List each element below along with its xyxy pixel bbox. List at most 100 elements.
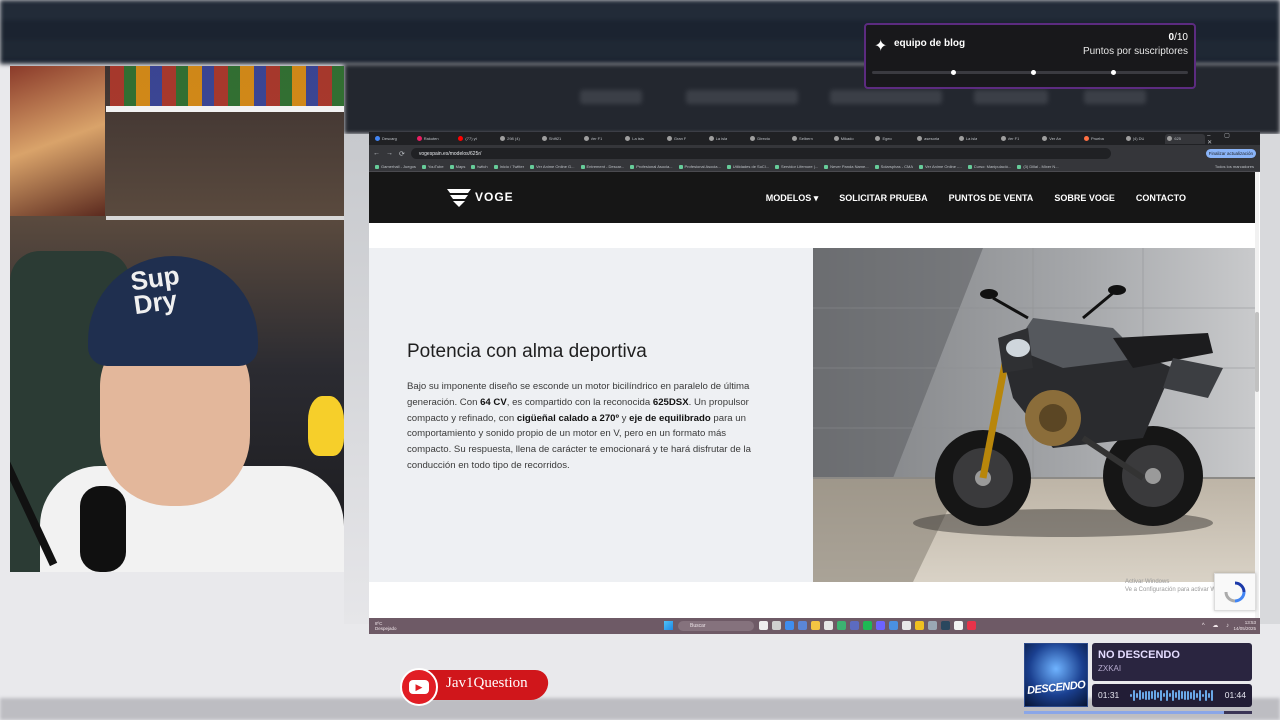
- waveform-bar: [1175, 692, 1177, 698]
- waveform-bar: [1145, 690, 1147, 700]
- bookmark-item[interactable]: Inicio / Twitter: [493, 164, 524, 169]
- bookmark-item[interactable]: Profesional Asocia...: [678, 164, 721, 169]
- browser-tab[interactable]: Rakuten: [415, 134, 455, 144]
- tab-label: La isla: [965, 136, 978, 141]
- page-scrollbar[interactable]: [1255, 172, 1259, 618]
- bookmark-item[interactable]: Ver Anime Online G...: [530, 164, 575, 169]
- browser-tab[interactable]: La isla: [957, 134, 997, 144]
- goal-count: 0/10: [1168, 32, 1188, 43]
- taskbar-app-icon[interactable]: [915, 621, 924, 630]
- taskbar-app-icon[interactable]: [967, 621, 976, 630]
- taskbar-app-icon[interactable]: [902, 621, 911, 630]
- browser-tab[interactable]: Directo: [748, 134, 788, 144]
- goal-progress-track: [872, 70, 1188, 75]
- figure-shelf: [110, 66, 344, 106]
- waveform-bar: [1211, 689, 1213, 701]
- browser-tab[interactable]: Mikado: [832, 134, 872, 144]
- youtube-channel-name: Jav1Question: [446, 675, 528, 691]
- taskbar-app-icon[interactable]: [928, 621, 937, 630]
- system-tray-icons[interactable]: ^ ☁ ♪: [1202, 622, 1232, 629]
- bookmark-item[interactable]: Entrement - Descar...: [580, 164, 624, 169]
- windows-start-icon[interactable]: [664, 621, 673, 630]
- forward-icon[interactable]: →: [386, 150, 393, 157]
- waveform-bar: [1205, 689, 1207, 701]
- tab-favicon-icon: [541, 136, 547, 141]
- weather-widget[interactable]: 8ºC Despejado: [375, 621, 397, 631]
- bookmark-item[interactable]: Profesional Asocia...: [630, 164, 673, 169]
- bookmark-item[interactable]: (3) Dillal - Mixer N...: [1017, 164, 1059, 169]
- tab-label: Ver An: [1049, 136, 1062, 141]
- tab-favicon-icon: [666, 136, 672, 141]
- taskbar-app-icon[interactable]: [759, 621, 768, 630]
- browser-tab[interactable]: 625: [1165, 133, 1206, 144]
- menu-solicitar-prueba[interactable]: SOLICITAR PRUEBA: [839, 193, 927, 204]
- bookmark-item[interactable]: Servidor Lifemore |...: [775, 164, 818, 169]
- waveform-bar: [1151, 691, 1153, 699]
- browser-tab[interactable]: 298 (4): [498, 134, 538, 144]
- bookmark-item[interactable]: Maps: [449, 164, 465, 169]
- browser-tab[interactable]: (77) yt: [456, 134, 496, 144]
- browser-tab[interactable]: Ver F1: [999, 134, 1039, 144]
- browser-tab[interactable]: La isla: [707, 134, 747, 144]
- browser-tab[interactable]: La isla: [623, 134, 663, 144]
- waveform-bar: [1157, 692, 1159, 698]
- back-icon[interactable]: ←: [373, 150, 380, 157]
- browser-tab[interactable]: Egeo: [873, 134, 913, 144]
- recaptcha-badge[interactable]: [1214, 573, 1256, 611]
- bookmark-item[interactable]: Gamerhall - Juegos: [375, 164, 416, 169]
- menu-puntos-de-venta[interactable]: PUNTOS DE VENTA: [949, 193, 1034, 204]
- browser-tab[interactable]: Gran F: [665, 134, 705, 144]
- update-button[interactable]: Finalizar actualización: [1205, 149, 1256, 158]
- all-bookmarks[interactable]: Todos los marcadores: [1215, 164, 1260, 169]
- bookmark-label: Solarsphas - CMA: [880, 164, 914, 169]
- browser-tab[interactable]: Prueba: [1082, 134, 1122, 144]
- menu-contacto[interactable]: CONTACTO: [1136, 193, 1186, 204]
- taskbar-app-icon[interactable]: [785, 621, 794, 630]
- voge-logo[interactable]: VOGE: [447, 187, 514, 207]
- taskbar-app-icon[interactable]: [811, 621, 820, 630]
- window-controls[interactable]: – ▢ ✕: [1207, 132, 1260, 146]
- taskbar-app-icon[interactable]: [837, 621, 846, 630]
- browser-tab[interactable]: Shift21: [540, 134, 580, 144]
- menu-modelos[interactable]: MODELOS ▾: [766, 193, 819, 204]
- waveform-bar: [1130, 693, 1132, 697]
- main-menu: MODELOS ▾ SOLICITAR PRUEBA PUNTOS DE VEN…: [766, 193, 1186, 204]
- tab-favicon-icon: [750, 136, 756, 141]
- browser-tab[interactable]: (4) DU: [1124, 134, 1164, 144]
- taskbar-app-icon[interactable]: [850, 621, 859, 630]
- taskbar-app-icon[interactable]: [772, 621, 781, 630]
- bookmark-item[interactable]: YouTube: [421, 164, 444, 169]
- taskbar-app-icon[interactable]: [876, 621, 885, 630]
- browser-tab[interactable]: Selbern: [790, 134, 830, 144]
- bookmark-item[interactable]: Ver Anime Online -...: [919, 164, 962, 169]
- taskbar-app-icon[interactable]: [863, 621, 872, 630]
- bookmark-icon: [967, 164, 972, 169]
- taskbar-app-icon[interactable]: [941, 621, 950, 630]
- browser-tab[interactable]: Ver An: [1040, 134, 1080, 144]
- menu-sobre-voge[interactable]: SOBRE VOGE: [1054, 193, 1115, 204]
- taskbar-clock[interactable]: 13:53 14/05/2025: [1233, 620, 1256, 631]
- bookmark-item[interactable]: Curso: Manipulació...: [967, 164, 1011, 169]
- bookmark-item[interactable]: Solarsphas - CMA: [874, 164, 914, 169]
- tab-label: 625: [1174, 136, 1182, 141]
- taskbar-app-icon[interactable]: [798, 621, 807, 630]
- bookmark-item[interactable]: twitch: [471, 164, 488, 169]
- browser-tab[interactable]: Descarg: [373, 134, 413, 144]
- bookmark-label: Servidor Lifemore |...: [781, 164, 819, 169]
- browser-tab[interactable]: asesoria: [915, 134, 955, 144]
- taskbar-app-icon[interactable]: [954, 621, 963, 630]
- bookmark-item[interactable]: Never Panda Name...: [824, 164, 869, 169]
- taskbar-search[interactable]: Buscar: [678, 621, 754, 631]
- windows-taskbar: 8ºC Despejado Buscar ^ ☁ ♪ 13:53 14/05/2…: [369, 618, 1260, 634]
- bookmark-label: Never Panda Name...: [830, 164, 869, 169]
- reload-icon[interactable]: ⟳: [399, 150, 405, 158]
- taskbar-app-icon[interactable]: [824, 621, 833, 630]
- waveform-bar: [1169, 693, 1171, 697]
- waveform-bar: [1196, 692, 1198, 698]
- waveform-bar: [1142, 691, 1144, 699]
- waveform-bar: [1202, 693, 1204, 697]
- url-input[interactable]: vogespain.es/modelos/625r/: [410, 148, 1111, 159]
- bookmark-item[interactable]: Utilidades de SoCl...: [726, 164, 769, 169]
- browser-tab[interactable]: Ver F1: [582, 134, 622, 144]
- taskbar-app-icon[interactable]: [889, 621, 898, 630]
